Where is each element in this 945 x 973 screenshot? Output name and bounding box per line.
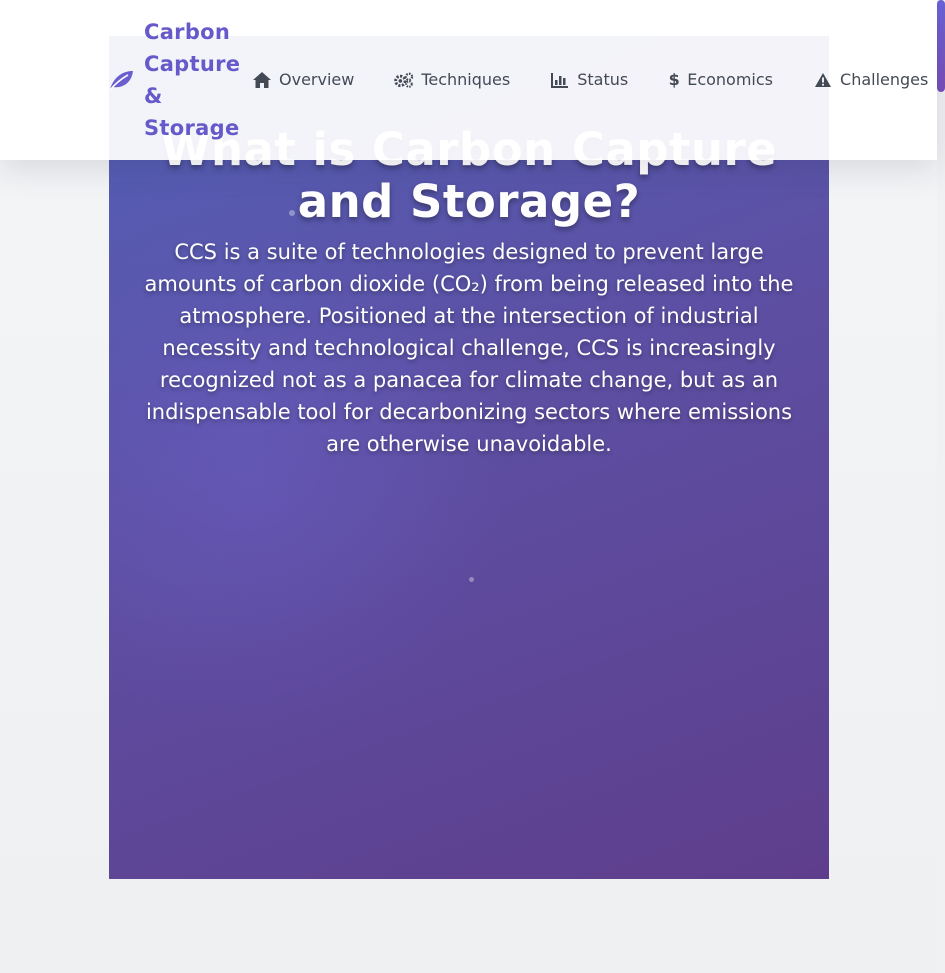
- home-icon: [252, 70, 272, 90]
- brand-logo[interactable]: Carbon Capture & Storage: [108, 16, 244, 144]
- chart-icon: [550, 70, 570, 90]
- scrollbar-track[interactable]: [937, 0, 945, 973]
- warning-icon: [813, 70, 833, 90]
- nav-item-label: Status: [577, 70, 629, 89]
- main-nav: Overview Techniques Status $ Economics C…: [252, 68, 928, 92]
- nav-item-techniques[interactable]: Techniques: [394, 68, 510, 92]
- nav-item-label: Techniques: [421, 70, 511, 89]
- page: What is Carbon Capture and Storage? CCS …: [0, 0, 945, 973]
- brand-name: Carbon Capture & Storage: [144, 20, 241, 140]
- nav-item-label: Overview: [279, 70, 355, 89]
- hero-description: CCS is a suite of technologies designed …: [144, 240, 794, 456]
- nav-item-economics[interactable]: $ Economics: [668, 68, 773, 92]
- nav-item-label: Economics: [687, 70, 774, 89]
- dollar-icon: $: [668, 70, 680, 89]
- decorative-dot: [469, 577, 474, 582]
- site-header: Carbon Capture & Storage Overview Techni…: [0, 0, 937, 160]
- hero-section: What is Carbon Capture and Storage? CCS …: [109, 36, 829, 879]
- nav-item-challenges[interactable]: Challenges: [813, 68, 928, 92]
- nav-item-status[interactable]: Status: [550, 68, 628, 92]
- leaf-icon: [108, 67, 134, 93]
- scrollbar-thumb[interactable]: [937, 0, 945, 92]
- gears-icon: [394, 70, 414, 90]
- nav-item-label: Challenges: [840, 70, 929, 89]
- nav-item-overview[interactable]: Overview: [252, 68, 354, 92]
